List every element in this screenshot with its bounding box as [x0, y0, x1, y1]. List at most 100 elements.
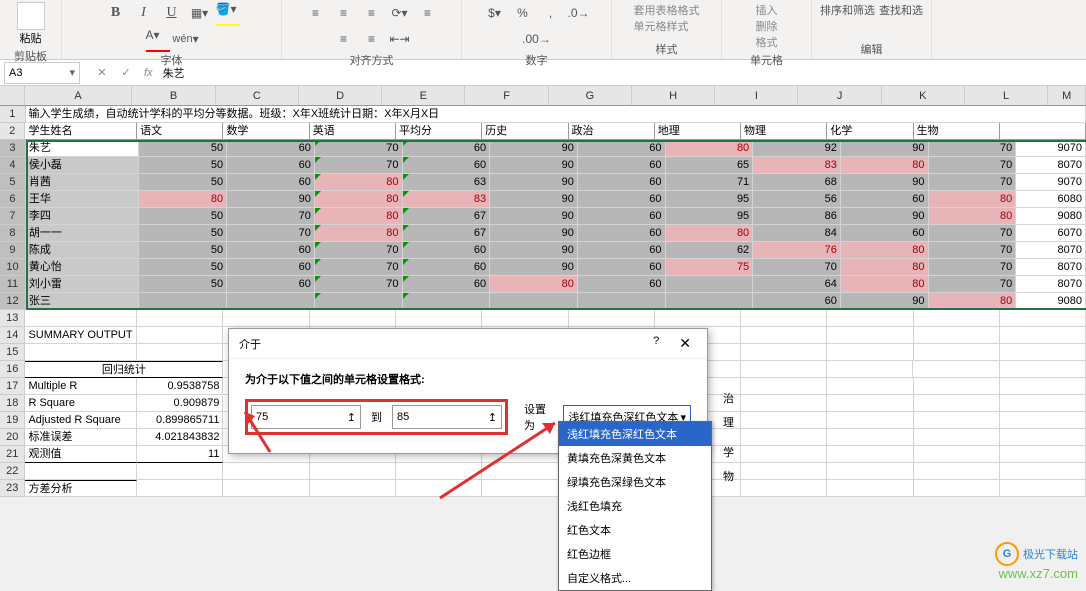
- cell[interactable]: [741, 480, 827, 497]
- row-header[interactable]: 6: [0, 191, 26, 208]
- indent-icon[interactable]: ⇤⇥: [388, 28, 412, 50]
- cell[interactable]: [137, 480, 223, 497]
- row-header[interactable]: 2: [0, 123, 25, 140]
- font-color-button[interactable]: A▾: [146, 28, 170, 50]
- score-cell[interactable]: 60: [578, 174, 666, 191]
- score-cell[interactable]: 50: [139, 242, 227, 259]
- cell[interactable]: [223, 463, 309, 480]
- row-header[interactable]: 7: [0, 208, 26, 225]
- cell[interactable]: [827, 310, 913, 327]
- cell[interactable]: [1000, 446, 1086, 463]
- ext-cell[interactable]: 9080: [1016, 208, 1086, 225]
- score-cell[interactable]: 95: [666, 208, 754, 225]
- dec-decimal-icon[interactable]: .00→: [525, 28, 549, 50]
- stat-label[interactable]: 观测值: [25, 446, 137, 463]
- row-header[interactable]: 11: [0, 276, 26, 293]
- student-name[interactable]: 张三: [26, 293, 140, 310]
- student-name[interactable]: 陈成: [26, 242, 140, 259]
- fill-color-button[interactable]: 🪣▾: [216, 2, 240, 24]
- format-btn[interactable]: 格式: [756, 34, 778, 50]
- score-cell[interactable]: 70: [315, 276, 403, 293]
- score-cell[interactable]: 67: [403, 225, 491, 242]
- delete-btn[interactable]: 删除: [756, 18, 778, 34]
- inc-decimal-icon[interactable]: .0→: [567, 2, 591, 24]
- score-cell[interactable]: [315, 293, 403, 310]
- score-cell[interactable]: 80: [315, 225, 403, 242]
- cell[interactable]: [741, 327, 827, 344]
- student-name[interactable]: 黄心怡: [26, 259, 140, 276]
- range-picker-icon[interactable]: ↥: [488, 411, 497, 424]
- score-cell[interactable]: 60: [227, 259, 315, 276]
- score-cell[interactable]: 90: [490, 259, 578, 276]
- row-header[interactable]: 10: [0, 259, 26, 276]
- col-header[interactable]: D: [299, 86, 382, 105]
- score-cell[interactable]: 80: [929, 208, 1017, 225]
- stat-value[interactable]: 0.899865711: [137, 412, 223, 429]
- cell[interactable]: [1000, 429, 1086, 446]
- cell[interactable]: [137, 310, 223, 327]
- align-bottom-icon[interactable]: ≡: [360, 2, 384, 24]
- cell[interactable]: [25, 310, 137, 327]
- dropdown-option[interactable]: 自定义格式...: [559, 566, 711, 590]
- score-cell[interactable]: 60: [403, 140, 491, 157]
- score-cell[interactable]: 71: [666, 174, 754, 191]
- score-cell[interactable]: 60: [578, 157, 666, 174]
- cell[interactable]: [569, 310, 655, 327]
- score-cell[interactable]: 60: [403, 242, 491, 259]
- score-cell[interactable]: 50: [139, 140, 227, 157]
- dropdown-option[interactable]: 浅红填充色深红色文本: [559, 422, 711, 446]
- score-cell[interactable]: 60: [227, 157, 315, 174]
- row-header[interactable]: 12: [0, 293, 26, 310]
- score-cell[interactable]: 60: [227, 140, 315, 157]
- score-cell[interactable]: 60: [578, 208, 666, 225]
- student-name[interactable]: 李四: [26, 208, 140, 225]
- orientation-icon[interactable]: ⟳▾: [388, 2, 412, 24]
- score-cell[interactable]: 80: [841, 276, 929, 293]
- cell[interactable]: [1000, 344, 1086, 361]
- dialog-close-icon[interactable]: ✕: [673, 335, 697, 352]
- column-title[interactable]: 地理: [655, 123, 741, 140]
- student-name[interactable]: 刘小雷: [26, 276, 140, 293]
- cell[interactable]: [1000, 463, 1086, 480]
- col-header[interactable]: B: [132, 86, 215, 105]
- ext-cell[interactable]: 8070: [1016, 157, 1086, 174]
- cell[interactable]: [827, 412, 913, 429]
- row-header[interactable]: 9: [0, 242, 26, 259]
- cell[interactable]: [827, 429, 913, 446]
- accounting-icon[interactable]: $▾: [483, 2, 507, 24]
- col-header[interactable]: E: [382, 86, 465, 105]
- name-box[interactable]: A3 ▾: [4, 62, 80, 84]
- ext-cell[interactable]: 8070: [1016, 259, 1086, 276]
- score-cell[interactable]: 90: [490, 225, 578, 242]
- cell[interactable]: [914, 344, 1000, 361]
- score-cell[interactable]: 50: [139, 157, 227, 174]
- cell[interactable]: [655, 310, 741, 327]
- score-cell[interactable]: 90: [490, 191, 578, 208]
- score-cell[interactable]: [666, 293, 754, 310]
- ext-cell[interactable]: 6070: [1016, 225, 1086, 242]
- row-header[interactable]: 4: [0, 157, 26, 174]
- score-cell[interactable]: 80: [490, 276, 578, 293]
- score-cell[interactable]: 60: [578, 191, 666, 208]
- cell[interactable]: [827, 395, 913, 412]
- score-cell[interactable]: 80: [841, 242, 929, 259]
- cell[interactable]: [914, 429, 1000, 446]
- dialog-help-icon[interactable]: ?: [653, 335, 659, 352]
- cell[interactable]: [137, 344, 223, 361]
- cell[interactable]: [741, 463, 827, 480]
- score-cell[interactable]: 60: [403, 276, 491, 293]
- stat-value[interactable]: 4.021843832: [137, 429, 223, 446]
- range-picker-icon[interactable]: ↥: [347, 411, 356, 424]
- cell-style-btn[interactable]: 单元格样式: [634, 18, 700, 34]
- score-cell[interactable]: 70: [929, 174, 1017, 191]
- score-cell[interactable]: 76: [753, 242, 841, 259]
- score-cell[interactable]: 86: [753, 208, 841, 225]
- enter-icon[interactable]: ✓: [114, 62, 138, 84]
- stat-value[interactable]: 11: [137, 446, 223, 463]
- score-cell[interactable]: 90: [841, 208, 929, 225]
- score-cell[interactable]: 63: [403, 174, 491, 191]
- column-title[interactable]: 化学: [827, 123, 913, 140]
- cell[interactable]: [1000, 327, 1086, 344]
- regression-header[interactable]: 回归统计: [25, 361, 223, 378]
- row-header[interactable]: 16: [0, 361, 25, 378]
